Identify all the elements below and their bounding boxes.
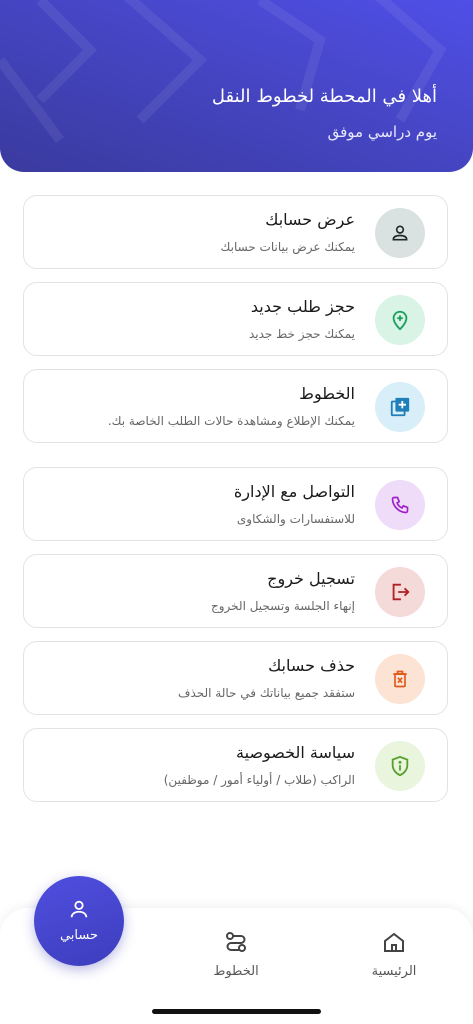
menu-item-title: التواصل مع الإدارة [233, 482, 355, 501]
logout-icon [392, 583, 410, 601]
menu-item-contact-admin[interactable]: التواصل مع الإدارة للاستفسارات والشكاوى [23, 467, 448, 541]
menu-item-view-account[interactable]: عرض حسابك يمكنك عرض بيانات حسابك [23, 195, 448, 269]
menu-item-title: تسجيل خروج [267, 569, 355, 588]
user-icon [392, 225, 408, 241]
user-icon [70, 900, 88, 918]
menu-item-title: حجز طلب جديد [250, 297, 355, 316]
nav-home-label: الرئيسية [371, 964, 417, 979]
header-banner: أهلا في المحطة لخطوط النقل يوم دراسي موف… [0, 0, 473, 172]
phone-icon [391, 496, 409, 514]
menu-icon-circle [375, 654, 425, 704]
welcome-title: أهلا في المحطة لخطوط النقل [211, 86, 437, 107]
menu-item-privacy-policy[interactable]: سياسة الخصوصية الراكب (طلاب / أولياء أمو… [23, 728, 448, 802]
menu-icon-circle [375, 741, 425, 791]
menu-icon-circle [375, 208, 425, 258]
route-icon [226, 932, 246, 952]
menu-icon-circle [375, 295, 425, 345]
menu-item-subtitle: الراكب (طلاب / أولياء أمور / موظفين) [163, 773, 355, 787]
menu-item-new-booking[interactable]: حجز طلب جديد يمكنك حجز خط جديد [23, 282, 448, 356]
nav-lines[interactable]: الخطوط [191, 930, 281, 979]
nav-home[interactable]: الرئيسية [349, 930, 439, 979]
delete-icon [393, 670, 407, 688]
menu-item-subtitle: للاستفسارات والشكاوى [236, 512, 355, 526]
menu-icon-circle [375, 567, 425, 617]
welcome-subtitle: يوم دراسي موفق [327, 123, 437, 141]
menu-item-title: سياسة الخصوصية [236, 743, 355, 762]
add-box-icon [390, 397, 410, 417]
menu-item-title: حذف حسابك [268, 656, 355, 675]
home-indicator [152, 1009, 321, 1014]
menu-item-logout[interactable]: تسجيل خروج إنهاء الجلسة وتسجيل الخروج [23, 554, 448, 628]
menu-item-title: الخطوط [299, 384, 355, 403]
home-icon [384, 932, 404, 952]
menu-item-title: عرض حسابك [265, 210, 355, 229]
nav-lines-label: الخطوط [213, 964, 259, 979]
menu-item-subtitle: ستفقد جميع بياناتك في حالة الحذف [178, 686, 355, 700]
menu-item-delete-account[interactable]: حذف حسابك ستفقد جميع بياناتك في حالة الح… [23, 641, 448, 715]
menu-item-lines[interactable]: الخطوط يمكنك الإطلاع ومشاهدة حالات الطلب… [23, 369, 448, 443]
nav-account-fab[interactable]: حسابي [34, 876, 124, 966]
menu-item-subtitle: يمكنك حجز خط جديد [248, 327, 355, 341]
shield-info-icon [391, 755, 409, 777]
menu-item-subtitle: يمكنك الإطلاع ومشاهدة حالات الطلب الخاصة… [107, 414, 355, 428]
menu-icon-circle [375, 382, 425, 432]
menu-item-subtitle: إنهاء الجلسة وتسجيل الخروج [211, 599, 355, 613]
menu-icon-circle [375, 480, 425, 530]
menu-item-subtitle: يمكنك عرض بيانات حسابك [220, 240, 355, 254]
location-plus-icon [392, 310, 408, 331]
nav-account-label: حسابي [59, 928, 99, 943]
